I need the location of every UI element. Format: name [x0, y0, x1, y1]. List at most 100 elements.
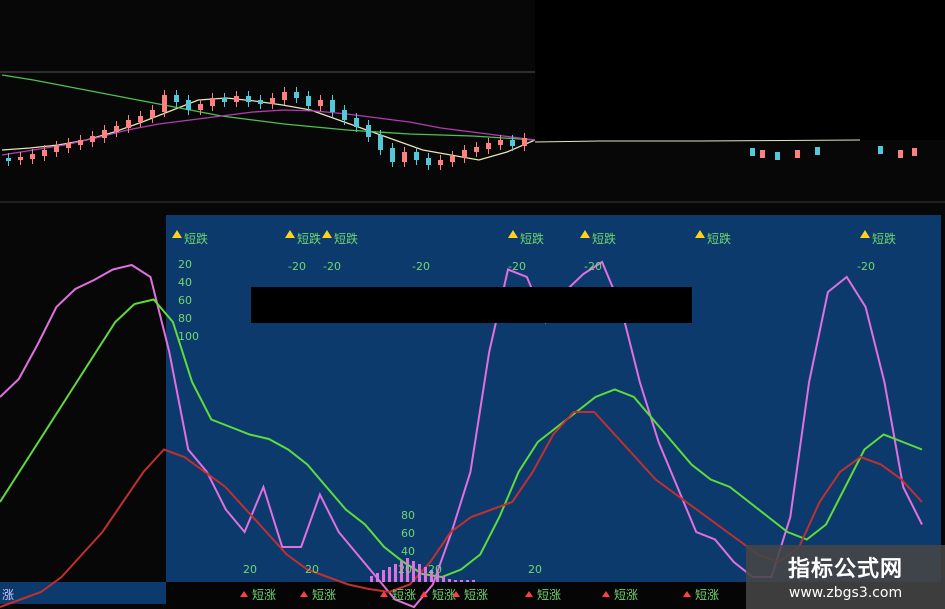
- candle: [54, 146, 59, 152]
- candle: [330, 100, 335, 112]
- tick-label-lower-3: 40: [401, 545, 415, 558]
- tick-label-upper-3: 60: [178, 294, 192, 307]
- candle: [498, 140, 503, 145]
- sell-signal-label: 短跌: [334, 231, 358, 246]
- candle: [450, 156, 455, 162]
- buy-signal-label: 短涨: [695, 587, 719, 602]
- candle: [42, 150, 47, 156]
- buy-signal-label: 短涨: [252, 587, 276, 602]
- candle: [186, 100, 191, 110]
- histogram-bar: [424, 567, 427, 582]
- candle: [234, 96, 239, 102]
- sell-signal-label: 短跌: [872, 231, 896, 246]
- buy-signal-label: 短涨: [392, 587, 416, 602]
- candle: [258, 100, 263, 104]
- histogram-bar: [442, 576, 445, 582]
- upper-right-block: [535, 0, 945, 140]
- candle: [912, 148, 917, 156]
- sell-signal-label: 短跌: [297, 231, 321, 246]
- candle: [750, 148, 755, 156]
- histogram-bar: [376, 573, 379, 582]
- candle: [246, 96, 251, 102]
- candle: [150, 110, 155, 118]
- tick-label-repeat-1: -20: [288, 260, 306, 273]
- watermark-url: www.zbgs3.com: [788, 585, 903, 601]
- candle: [510, 140, 515, 146]
- histogram-bar: [418, 564, 421, 582]
- candle: [402, 152, 407, 162]
- candle: [474, 147, 479, 152]
- histogram-bar: [472, 580, 475, 582]
- candle: [390, 148, 395, 162]
- chart-stage: { "chart_data": [ { "type": "candlestick…: [0, 0, 945, 609]
- candle: [898, 150, 903, 158]
- sell-signal-label: 短跌: [184, 231, 208, 246]
- tick-label-upper-2: 40: [178, 276, 192, 289]
- candle: [30, 154, 35, 159]
- histogram-bar: [394, 564, 397, 582]
- candle: [102, 130, 107, 138]
- tick-label-lower-7: 20: [428, 563, 442, 576]
- candle: [306, 96, 311, 106]
- tick-label-upper-5: 100: [178, 330, 199, 343]
- candle: [282, 92, 287, 100]
- tick-label-upper-1: 20: [178, 258, 192, 271]
- candle: [78, 140, 83, 145]
- tick-label-repeat-2: -20: [323, 260, 341, 273]
- candle: [366, 125, 371, 137]
- candle: [486, 143, 491, 149]
- buy-signal-label: 短涨: [614, 587, 638, 602]
- candle: [126, 120, 131, 128]
- candle: [775, 152, 780, 160]
- buy-signal-label: 短涨: [537, 587, 561, 602]
- candle: [174, 95, 179, 102]
- candle: [414, 152, 419, 160]
- sell-signal-label: 短跌: [707, 231, 731, 246]
- candle: [210, 98, 215, 106]
- candle: [342, 110, 347, 120]
- candle: [878, 146, 883, 154]
- candle: [18, 157, 23, 160]
- candle: [6, 158, 11, 161]
- candle: [438, 160, 443, 165]
- candle: [90, 136, 95, 142]
- buy-signal-label: 短涨: [464, 587, 488, 602]
- status-label: 涨: [2, 588, 15, 602]
- sell-signal-label: 短跌: [592, 231, 616, 246]
- histogram-bar: [454, 580, 457, 582]
- candle: [426, 158, 431, 165]
- candle: [522, 138, 527, 146]
- candle: [318, 100, 323, 106]
- candle: [66, 143, 71, 148]
- tick-label-repeat-6: -20: [857, 260, 875, 273]
- histogram-bar: [448, 579, 451, 582]
- candle: [114, 126, 119, 132]
- candle: [222, 98, 227, 102]
- tick-label-lower-6: 20: [398, 563, 412, 576]
- watermark-title: 指标公式网: [787, 557, 903, 582]
- candle: [795, 150, 800, 158]
- indicator-panel: [166, 215, 941, 582]
- histogram-bar: [412, 561, 415, 582]
- candle: [462, 150, 467, 158]
- sell-signal-label: 短跌: [520, 231, 544, 246]
- histogram-bar: [382, 570, 385, 582]
- tick-label-repeat-5: -20: [584, 260, 602, 273]
- candle: [270, 98, 275, 104]
- candle: [815, 147, 820, 155]
- redaction-bar: [251, 287, 692, 323]
- tick-label-lower-4: 20: [243, 563, 257, 576]
- tick-label-lower-2: 60: [401, 527, 415, 540]
- tick-label-lower-1: 80: [401, 509, 415, 522]
- histogram-bar: [370, 576, 373, 582]
- candle: [138, 116, 143, 122]
- tick-label-repeat-4: -20: [508, 260, 526, 273]
- tick-label-lower-5: 20: [305, 563, 319, 576]
- candle: [354, 118, 359, 127]
- histogram-bar: [460, 580, 463, 582]
- tick-label-upper-4: 80: [178, 312, 192, 325]
- buy-signal-label: 短涨: [432, 587, 456, 602]
- histogram-bar: [388, 567, 391, 582]
- candle: [294, 92, 299, 98]
- candle: [162, 95, 167, 112]
